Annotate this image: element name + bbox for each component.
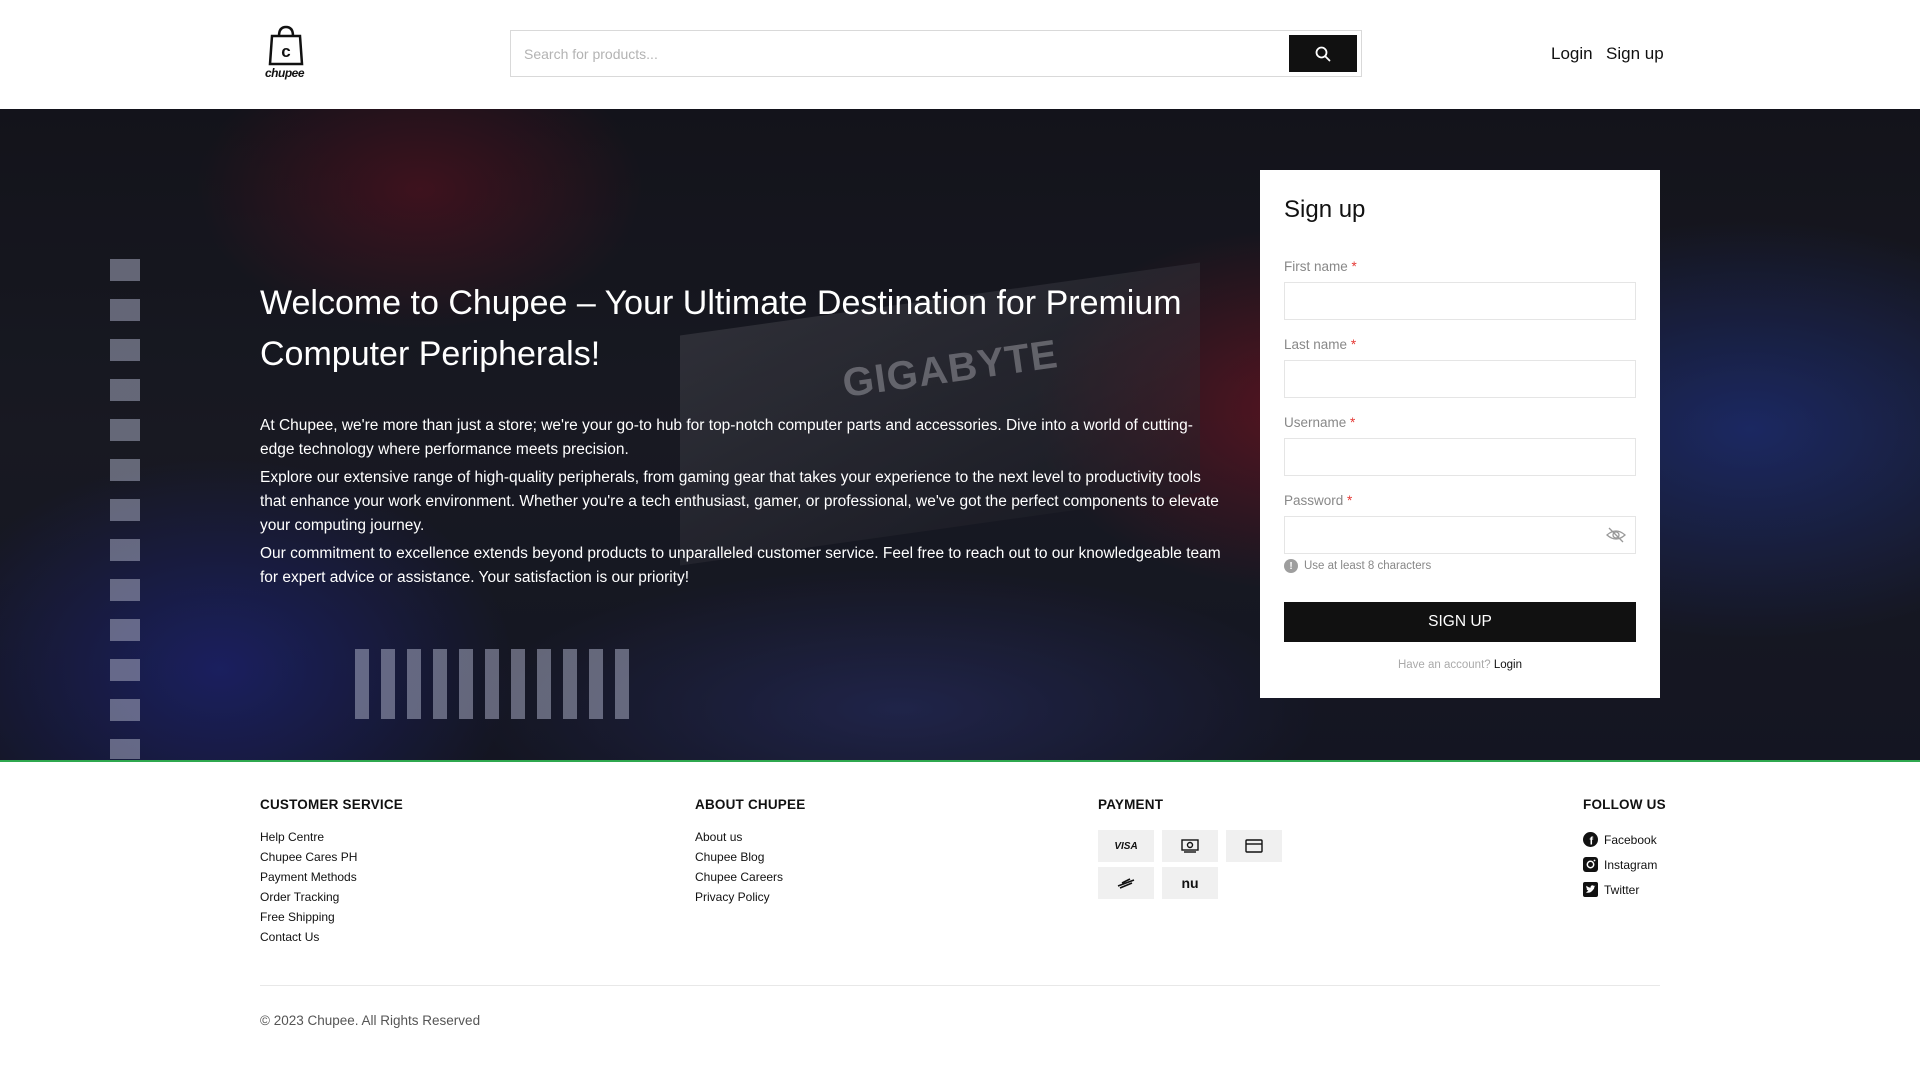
footer-customer-service: CUSTOMER SERVICE Help Centre Chupee Care… — [260, 797, 403, 947]
search-button[interactable] — [1289, 35, 1357, 72]
header-login-link[interactable]: Login — [1551, 44, 1593, 64]
signup-card: Sign up First name * Last name * Usernam… — [1260, 170, 1660, 698]
card-icon — [1226, 830, 1282, 862]
footer-heading: CUSTOMER SERVICE — [260, 797, 403, 812]
have-account-text: Have an account? — [1397, 659, 1491, 671]
instagram-icon — [1583, 857, 1598, 872]
card-login-link[interactable]: Login — [1494, 659, 1522, 671]
footer-link-order-tracking[interactable]: Order Tracking — [260, 887, 403, 907]
username-label: Username * — [1284, 415, 1356, 430]
footer-about: ABOUT CHUPEE About us Chupee Blog Chupee… — [695, 797, 805, 907]
twitter-label: Twitter — [1604, 882, 1640, 897]
password-hint-text: Use at least 8 characters — [1304, 560, 1432, 572]
hero-paragraph: Our commitment to excellence extends bey… — [260, 545, 1221, 586]
instagram-link[interactable]: Instagram — [1583, 852, 1666, 877]
first-name-label: First name * — [1284, 259, 1357, 274]
footer-link-help-centre[interactable]: Help Centre — [260, 827, 403, 847]
eye-off-icon[interactable] — [1606, 527, 1626, 543]
username-field[interactable] — [1284, 438, 1636, 476]
visa-icon: VISA — [1098, 830, 1154, 862]
facebook-link[interactable]: f Facebook — [1583, 827, 1666, 852]
footer-payment: PAYMENT VISA nu — [1098, 797, 1282, 899]
last-name-label: Last name * — [1284, 337, 1357, 352]
footer-link-contact-us[interactable]: Contact Us — [260, 927, 403, 947]
footer-link-payment-methods[interactable]: Payment Methods — [260, 867, 403, 887]
footer-link-chupee-cares[interactable]: Chupee Cares PH — [260, 847, 403, 867]
cash-icon — [1162, 830, 1218, 862]
twitter-icon — [1583, 882, 1598, 897]
facebook-icon: f — [1583, 832, 1598, 847]
svg-text:f: f — [1589, 836, 1593, 848]
footer-heading: FOLLOW US — [1583, 797, 1666, 812]
hero-divider — [0, 760, 1920, 762]
hero-paragraph: At Chupee, we're more than just a store;… — [260, 417, 1193, 458]
footer-link-free-shipping[interactable]: Free Shipping — [260, 907, 403, 927]
signup-title: Sign up — [1284, 196, 1366, 223]
last-name-field[interactable] — [1284, 360, 1636, 398]
footer-divider — [260, 985, 1660, 986]
password-label: Password * — [1284, 493, 1353, 508]
footer-link-blog[interactable]: Chupee Blog — [695, 847, 805, 867]
hero-paragraph: Explore our extensive range of high-qual… — [260, 469, 1219, 534]
header-signup-link[interactable]: Sign up — [1606, 44, 1664, 64]
password-hint: ! Use at least 8 characters — [1284, 559, 1431, 573]
copyright: © 2023 Chupee. All Rights Reserved — [260, 1013, 481, 1028]
signup-submit-button[interactable]: SIGN UP — [1284, 602, 1636, 642]
search-icon — [1315, 46, 1331, 61]
footer-link-about-us[interactable]: About us — [695, 827, 805, 847]
search-input[interactable] — [511, 31, 1287, 76]
logo-wordmark: chupee — [265, 66, 305, 80]
first-name-field[interactable] — [1284, 282, 1636, 320]
site-header: c chupee Login Sign up — [0, 0, 1920, 109]
footer-follow: FOLLOW US f Facebook Instagram Twitter — [1583, 797, 1666, 902]
hero-title: Welcome to Chupee – Your Ultimate Destin… — [260, 284, 1182, 373]
footer-link-careers[interactable]: Chupee Careers — [695, 867, 805, 887]
footer-heading: PAYMENT — [1098, 797, 1164, 812]
shopping-bag-logo-icon: c — [268, 25, 304, 66]
facebook-label: Facebook — [1604, 832, 1657, 847]
footer-link-privacy-policy[interactable]: Privacy Policy — [695, 887, 805, 907]
wave-icon — [1098, 867, 1154, 899]
search-bar — [510, 30, 1362, 77]
have-account-line: Have an account? Login — [1260, 659, 1660, 671]
password-field[interactable] — [1284, 516, 1636, 554]
instagram-label: Instagram — [1604, 857, 1658, 872]
svg-text:c: c — [281, 42, 290, 61]
footer-heading: ABOUT CHUPEE — [695, 797, 806, 812]
twitter-link[interactable]: Twitter — [1583, 877, 1666, 902]
nu-icon: nu — [1162, 867, 1218, 899]
info-icon: ! — [1284, 559, 1298, 573]
